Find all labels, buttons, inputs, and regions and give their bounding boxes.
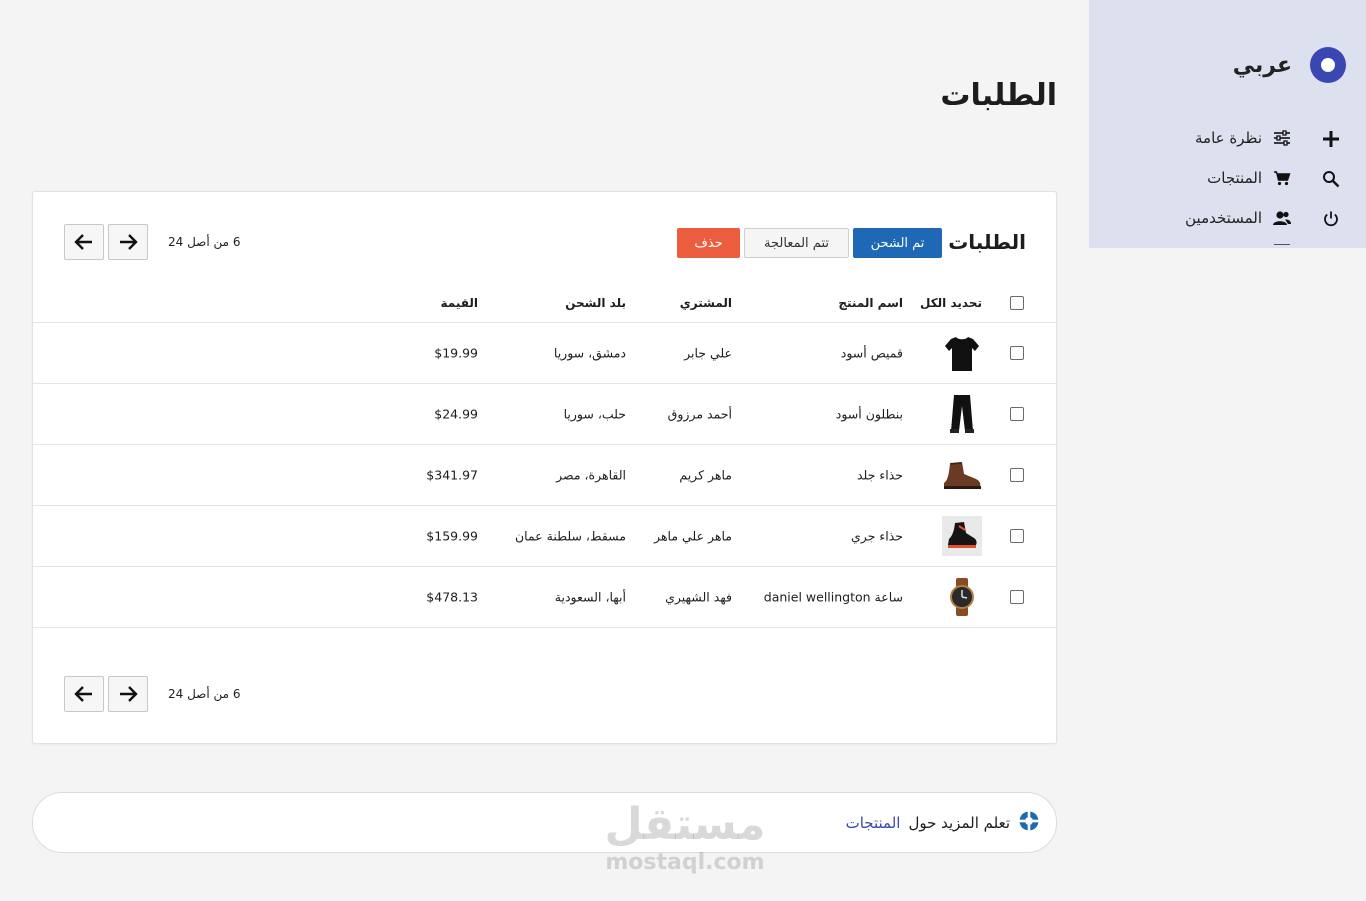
product-name: بنطلون أسود <box>835 406 903 422</box>
product-name: ساعة daniel wellington <box>763 589 903 605</box>
select-all-label: تحديد الكل <box>919 296 982 310</box>
sidebar-nav: نظرة عامة المنتجات المستخدمين <box>1185 118 1292 238</box>
sidebar-item-label: المستخدمين <box>1185 209 1262 227</box>
product-thumbnail <box>942 577 982 617</box>
delete-button[interactable]: حذف <box>677 228 740 258</box>
plus-icon[interactable] <box>1316 124 1346 154</box>
arrow-left-icon <box>74 234 92 250</box>
order-price: $159.99 <box>426 528 478 544</box>
ship-country: مسقط، سلطنة عمان <box>514 528 626 544</box>
table-row[interactable]: قميص أسود علي جابر دمشق، سوريا $19.99 <box>33 323 1056 384</box>
pants-icon <box>942 394 982 434</box>
product-thumbnail <box>942 455 982 495</box>
arrow-left-icon <box>74 686 92 702</box>
brand[interactable]: عربي <box>1233 47 1346 83</box>
sidebar-item-overview[interactable]: نظرة عامة <box>1185 118 1292 158</box>
cart-icon <box>1272 168 1292 188</box>
orders-card: الطلبات تم الشحن تتم المعالجة حذف 6 من أ… <box>32 191 1057 744</box>
power-icon[interactable] <box>1316 204 1346 234</box>
row-checkbox[interactable] <box>1010 346 1024 360</box>
learn-more-banner: تعلم المزيد حول المنتجات <box>32 792 1057 853</box>
shirt-icon <box>942 333 982 373</box>
product-name: حذاء جلد <box>856 467 903 483</box>
pagination-top: 6 من أصل 24 <box>64 224 241 260</box>
product-thumbnail <box>942 394 982 434</box>
search-icon[interactable] <box>1316 164 1346 194</box>
ship-country: حلب، سوريا <box>563 406 626 422</box>
pagination-bottom: 6 من أصل 24 <box>64 676 241 712</box>
column-buyer: المشتري <box>679 296 732 310</box>
sidebar-item-products[interactable]: المنتجات <box>1185 158 1292 198</box>
lifebuoy-icon <box>1018 810 1040 836</box>
next-page-button[interactable] <box>108 676 148 712</box>
order-price: $24.99 <box>434 406 478 422</box>
buyer-name: فهد الشهيري <box>665 589 732 605</box>
arrow-right-icon <box>120 686 138 702</box>
sidebar-item-label: المنتجات <box>1207 169 1262 187</box>
prev-page-button[interactable] <box>64 224 104 260</box>
table-row[interactable]: بنطلون أسود أحمد مرزوق حلب، سوريا $24.99 <box>33 384 1056 445</box>
learn-more-text: تعلم المزيد حول <box>908 813 1010 832</box>
learn-more-products-link[interactable]: المنتجات <box>846 814 901 832</box>
column-product: اسم المنتج <box>838 296 903 310</box>
product-name: حذاء جري <box>850 528 903 544</box>
sidebar-divider <box>1274 244 1290 245</box>
table-header: تحديد الكل اسم المنتج المشتري بلد الشحن … <box>33 284 1056 323</box>
ship-country: دمشق، سوريا <box>553 345 626 361</box>
orders-card-title: الطلبات <box>948 230 1026 254</box>
brand-name: عربي <box>1232 52 1292 78</box>
next-page-button[interactable] <box>108 224 148 260</box>
row-checkbox[interactable] <box>1010 468 1024 482</box>
buyer-name: ماهر كريم <box>679 467 732 483</box>
column-price: القيمة <box>440 296 478 310</box>
row-checkbox[interactable] <box>1010 407 1024 421</box>
sneaker-icon <box>942 516 982 556</box>
table-row[interactable]: ساعة daniel wellington فهد الشهيري أبها،… <box>33 567 1056 628</box>
product-thumbnail <box>942 516 982 556</box>
mark-shipped-button[interactable]: تم الشحن <box>853 228 942 258</box>
select-all-checkbox[interactable] <box>1010 296 1024 310</box>
orders-table: تحديد الكل اسم المنتج المشتري بلد الشحن … <box>33 284 1056 628</box>
boot-icon <box>942 455 982 495</box>
ship-country: أبها، السعودية <box>554 589 626 605</box>
table-row[interactable]: حذاء جلد ماهر كريم القاهرة، مصر $341.97 <box>33 445 1056 506</box>
prev-page-button[interactable] <box>64 676 104 712</box>
users-icon <box>1272 208 1292 228</box>
pagination-text: 6 من أصل 24 <box>168 687 241 701</box>
table-row[interactable]: حذاء جري ماهر علي ماهر مسقط، سلطنة عمان … <box>33 506 1056 567</box>
row-checkbox[interactable] <box>1010 590 1024 604</box>
arrow-right-icon <box>120 234 138 250</box>
page-title: الطلبات <box>940 78 1057 113</box>
order-price: $341.97 <box>426 467 478 483</box>
mark-processing-button[interactable]: تتم المعالجة <box>744 228 849 258</box>
row-checkbox[interactable] <box>1010 529 1024 543</box>
product-thumbnail <box>942 333 982 373</box>
order-price: $478.13 <box>426 589 478 605</box>
sidebar-rail <box>1316 124 1346 244</box>
sidebar-item-label: نظرة عامة <box>1195 129 1262 147</box>
sliders-icon <box>1272 128 1292 148</box>
brand-logo-icon <box>1310 47 1346 83</box>
order-price: $19.99 <box>434 345 478 361</box>
column-country: بلد الشحن <box>565 296 626 310</box>
product-name: قميص أسود <box>840 345 903 361</box>
sidebar-item-users[interactable]: المستخدمين <box>1185 198 1292 238</box>
buyer-name: ماهر علي ماهر <box>654 528 732 544</box>
watch-icon <box>942 577 982 617</box>
ship-country: القاهرة، مصر <box>556 467 626 483</box>
buyer-name: علي جابر <box>684 345 732 361</box>
sidebar: عربي نظرة عامة المنتجات المستخدمين <box>1089 0 1366 248</box>
buyer-name: أحمد مرزوق <box>667 406 732 422</box>
pagination-text: 6 من أصل 24 <box>168 235 241 249</box>
watermark-latin: mostaql.com <box>605 850 765 875</box>
